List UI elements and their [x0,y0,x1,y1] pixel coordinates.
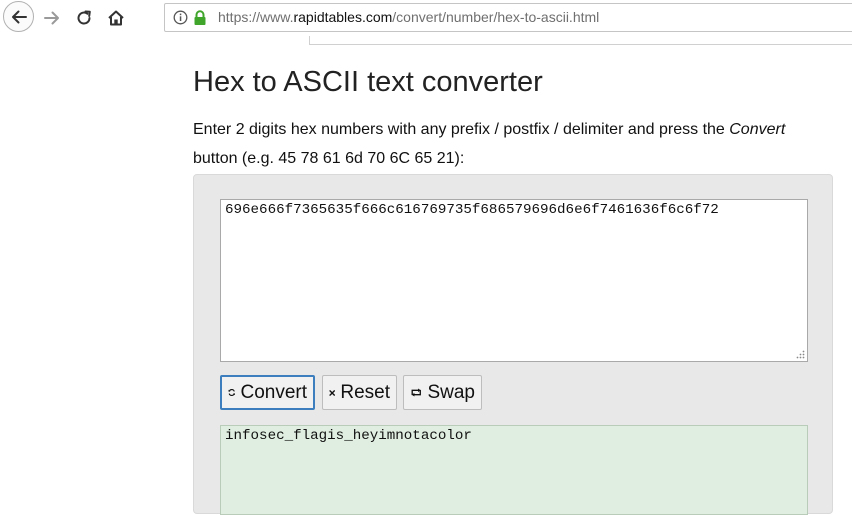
x-icon [329,389,335,396]
back-button[interactable] [3,1,34,32]
resize-grip-icon[interactable] [795,349,805,359]
reset-button[interactable]: Reset [322,375,397,410]
dropdown-hint: • • • • [336,36,363,41]
url-path: /convert/number/hex-to-ascii.html [392,9,600,25]
reload-button[interactable] [68,2,100,34]
url-host: rapidtables.com [293,9,393,25]
swap-button[interactable]: Swap [403,375,482,410]
instructions-text: Enter 2 digits hex numbers with any pref… [193,115,833,173]
convert-button[interactable]: Convert [220,375,315,410]
swap-button-label: Swap [427,381,475,403]
forward-button[interactable] [36,2,68,34]
reload-icon [77,10,91,25]
instructions-text-end: button (e.g. 45 78 61 6d 70 6C 65 21): [193,150,465,167]
refresh-icon [228,389,235,396]
instructions-text-start: Enter 2 digits hex numbers with any pref… [193,121,730,138]
address-bar[interactable]: https://www.rapidtables.com/convert/numb… [164,3,852,32]
url-scheme: https://www. [218,9,294,25]
home-button[interactable] [100,2,132,34]
reset-button-label: Reset [340,381,390,403]
info-circle-icon[interactable] [173,10,188,25]
hex-input[interactable] [220,199,808,362]
home-icon [108,10,124,26]
dropdown-panel-edge: • • • • [309,36,852,45]
instructions-convert-word: Convert [729,121,786,138]
arrow-left-icon [11,10,27,23]
url-text: https://www.rapidtables.com/convert/numb… [218,4,599,31]
lock-icon [194,10,206,25]
page-title: Hex to ASCII text converter [193,66,543,98]
convert-button-label: Convert [240,381,307,403]
arrow-right-icon [44,11,59,25]
browser-toolbar: https://www.rapidtables.com/convert/numb… [0,0,852,36]
converter-panel: Convert Reset Swap [193,174,833,515]
swap-icon [411,388,421,397]
ascii-output[interactable] [220,425,808,515]
